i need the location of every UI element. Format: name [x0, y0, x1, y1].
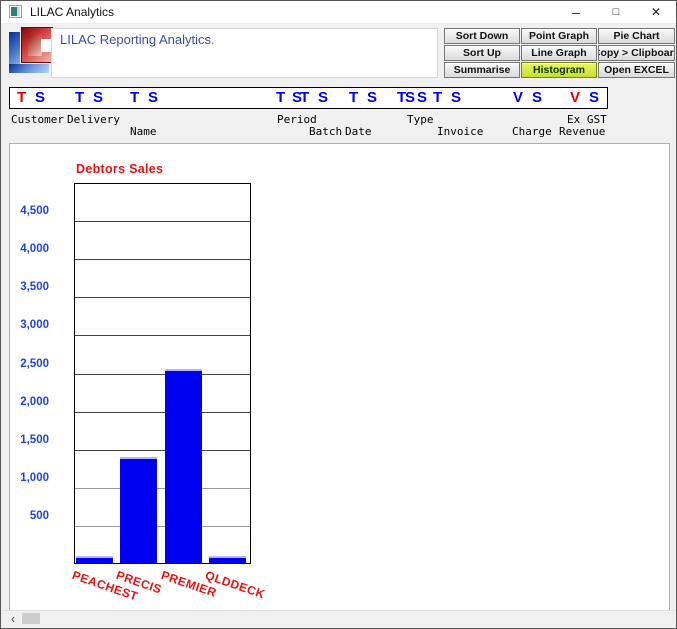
chart-title: Debtors Sales: [76, 162, 163, 176]
gridline-2500: [75, 374, 250, 375]
chart-layer: Debtors Sales 500 1,000 1,500 2,000 2,500 3,00…: [1, 1, 676, 628]
horizontal-scrollbar[interactable]: ‹: [2, 610, 675, 626]
gridline-2000: [75, 412, 250, 413]
gridline-1500: [75, 450, 250, 451]
bar-premier: [165, 369, 202, 563]
gridline-3500: [75, 297, 250, 298]
ytick-label-500: 500: [3, 510, 49, 522]
bar-peachest: [76, 556, 113, 563]
ytick-label-4000: 4,000: [3, 243, 49, 255]
ytick-label-2500: 2,500: [3, 358, 49, 370]
bar-precis: [120, 457, 157, 563]
gridline-500: [75, 526, 250, 527]
ytick-label-1500: 1,500: [3, 434, 49, 446]
bar-qlddeck: [209, 556, 246, 563]
ytick-label-3000: 3,000: [3, 319, 49, 331]
app-window: LILAC Analytics – □ ✕ LILAC Reporting An…: [0, 0, 677, 629]
gridline-4500: [75, 221, 250, 222]
scrollbar-thumb[interactable]: [22, 613, 40, 624]
ytick-label-1000: 1,000: [3, 472, 49, 484]
ytick-label-3500: 3,500: [3, 281, 49, 293]
ytick-label-4500: 4,500: [3, 205, 49, 217]
gridline-3000: [75, 335, 250, 336]
gridline-4000: [75, 259, 250, 260]
scroll-left-icon[interactable]: ‹: [6, 611, 20, 625]
gridline-1000: [75, 488, 250, 489]
ytick-label-2000: 2,000: [3, 396, 49, 408]
